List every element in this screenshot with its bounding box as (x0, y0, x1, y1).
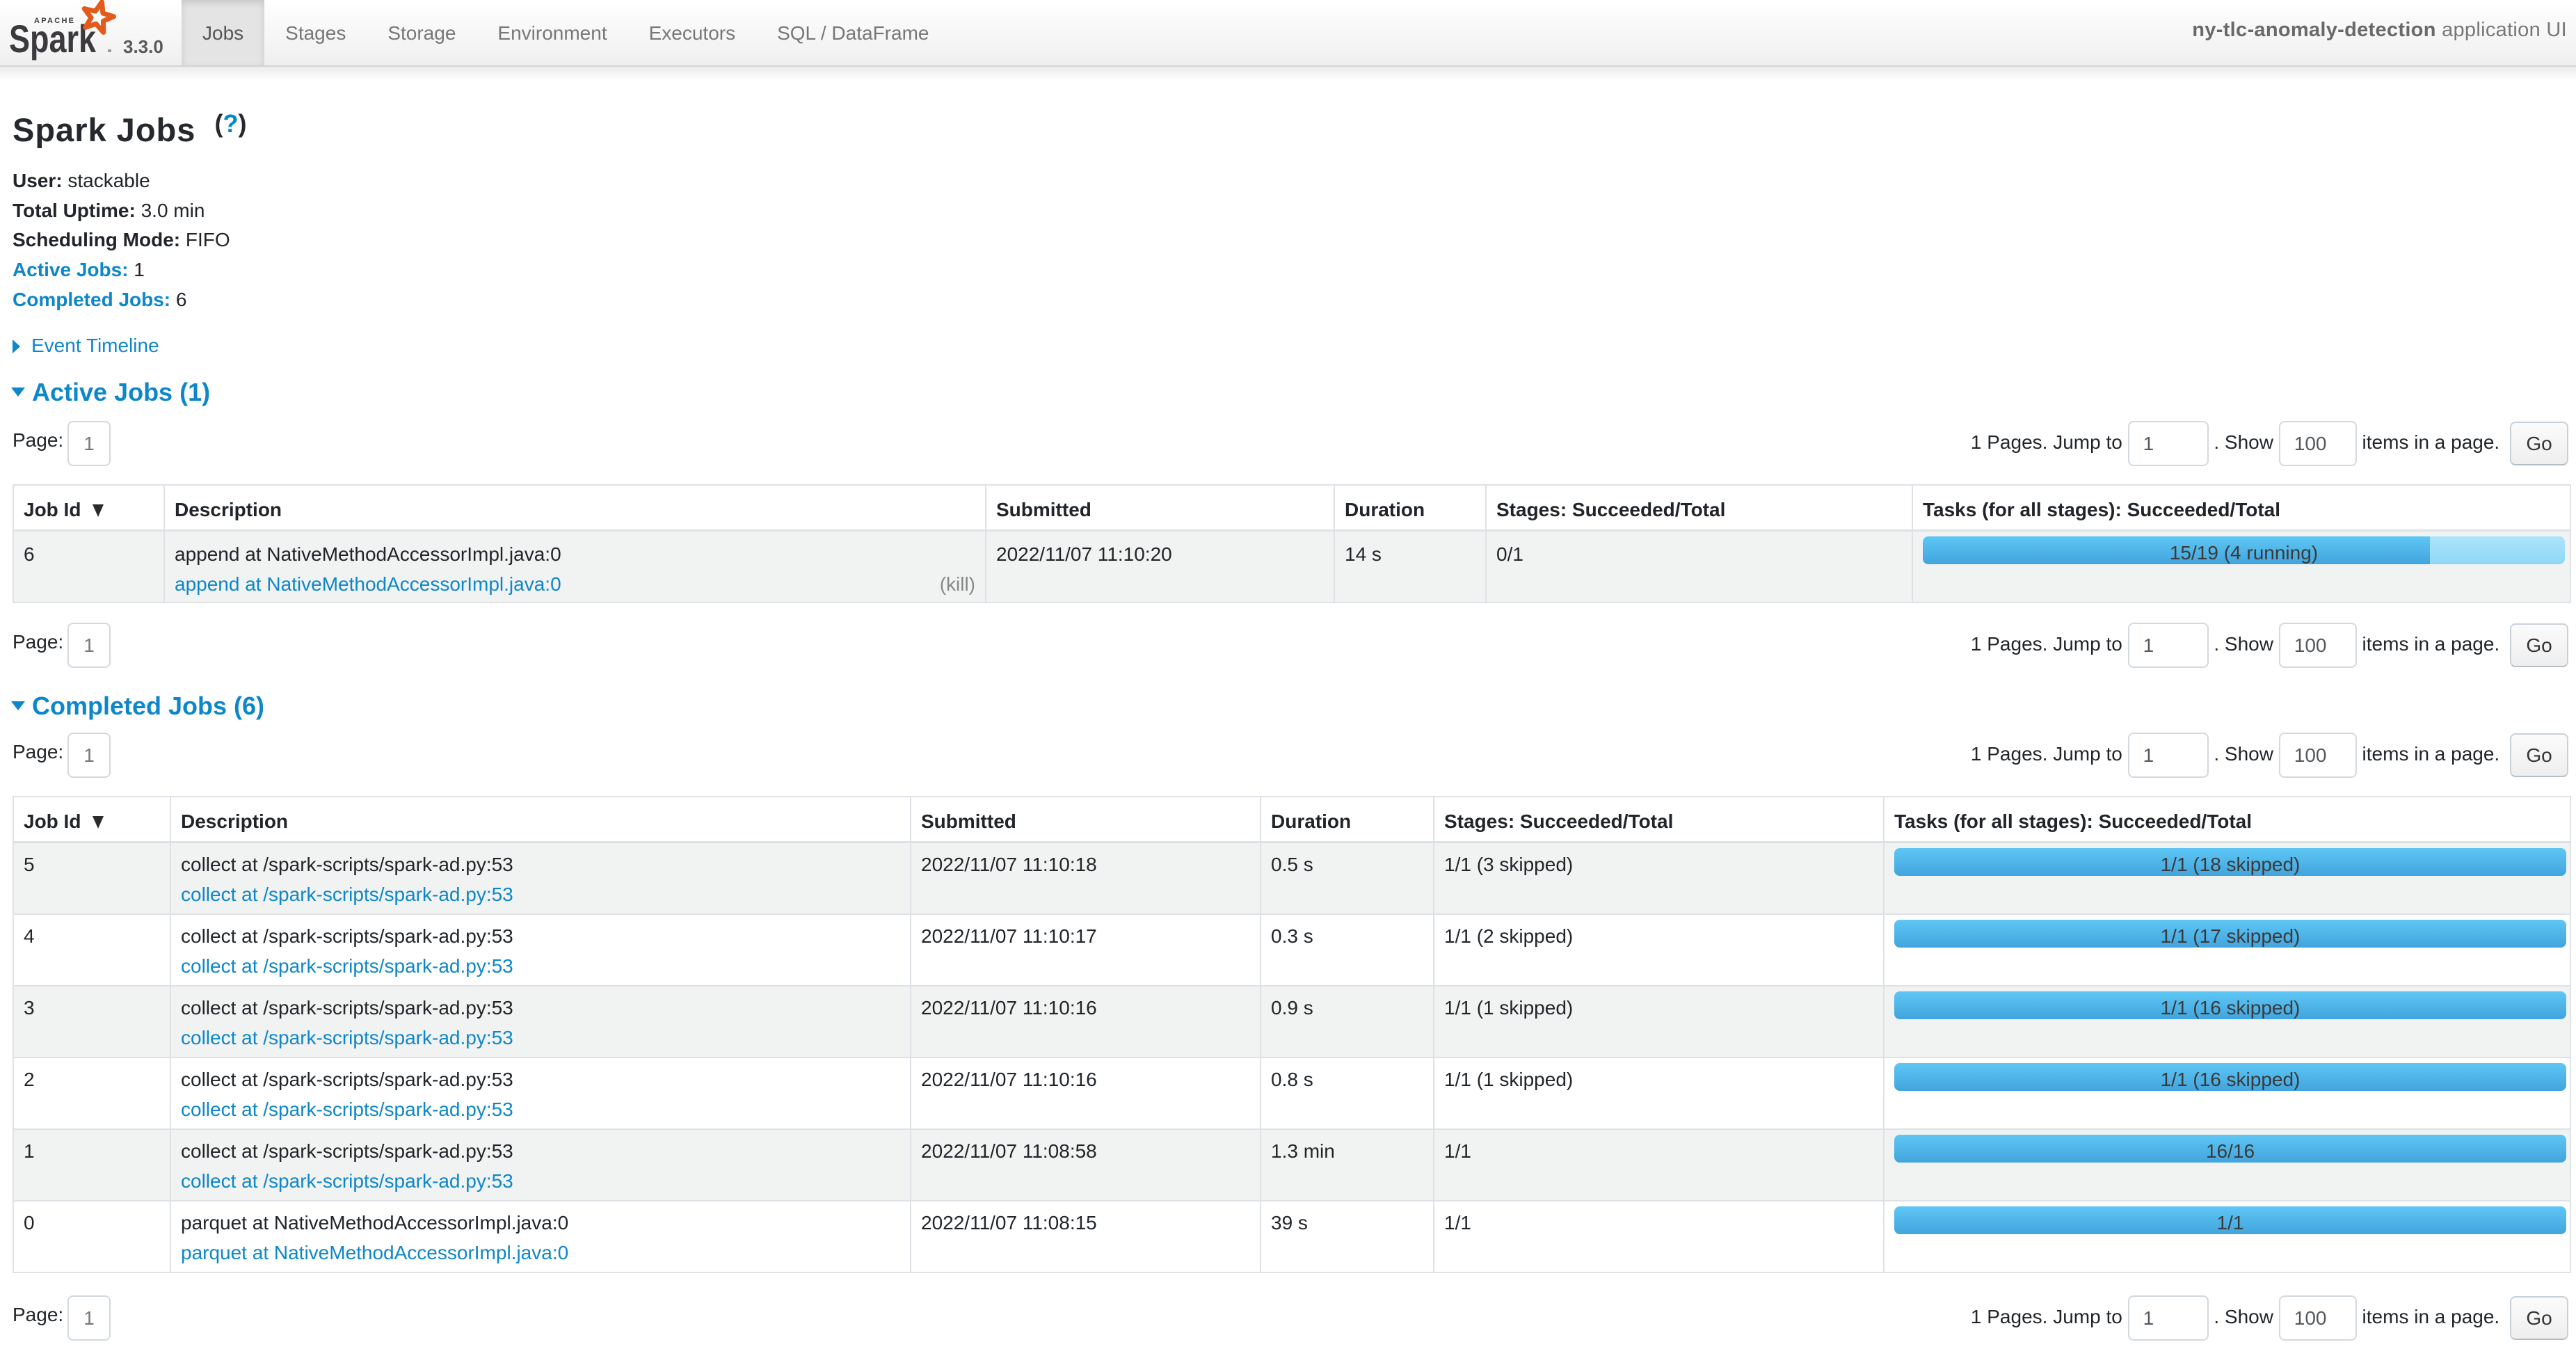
svg-text:APACHE: APACHE (34, 17, 77, 25)
